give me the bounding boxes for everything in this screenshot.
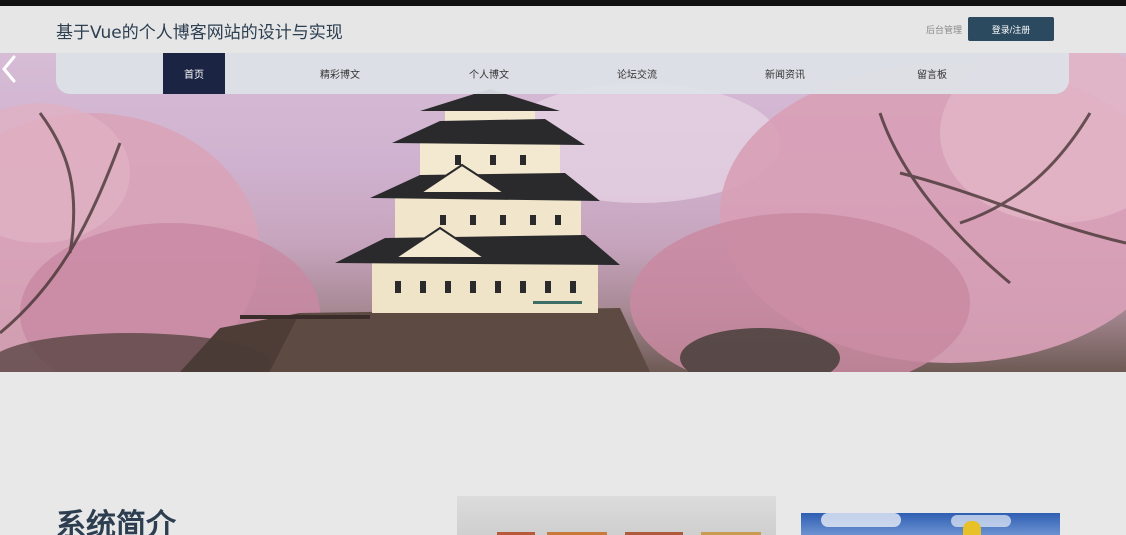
nav-item-personal-posts[interactable]: 个人博文 [453, 53, 525, 94]
site-header: 基于Vue的个人博客网站的设计与实现 后台管理 登录/注册 [0, 6, 1126, 53]
castle-cherry-blossom-image [0, 53, 1126, 372]
intro-title: 系统简介 [56, 508, 176, 535]
hero-banner [0, 53, 1126, 372]
nav-item-home[interactable]: 首页 [163, 53, 225, 94]
chevron-right-icon[interactable] [0, 53, 16, 85]
nav-item-featured-posts[interactable]: 精彩博文 [304, 53, 376, 94]
intro-image-sky [801, 513, 1060, 535]
login-register-button[interactable]: 登录/注册 [968, 17, 1054, 41]
main-nav: 首页 精彩博文 个人博文 论坛交流 新闻资讯 留言板 [56, 53, 1069, 94]
carousel-indicator-active[interactable] [533, 301, 582, 304]
admin-link[interactable]: 后台管理 [926, 23, 962, 36]
site-title: 基于Vue的个人博客网站的设计与实现 [56, 23, 343, 43]
intro-image-books [457, 496, 776, 535]
nav-item-forum[interactable]: 论坛交流 [601, 53, 673, 94]
nav-item-news[interactable]: 新闻资讯 [749, 53, 821, 94]
nav-item-guestbook[interactable]: 留言板 [896, 53, 968, 94]
